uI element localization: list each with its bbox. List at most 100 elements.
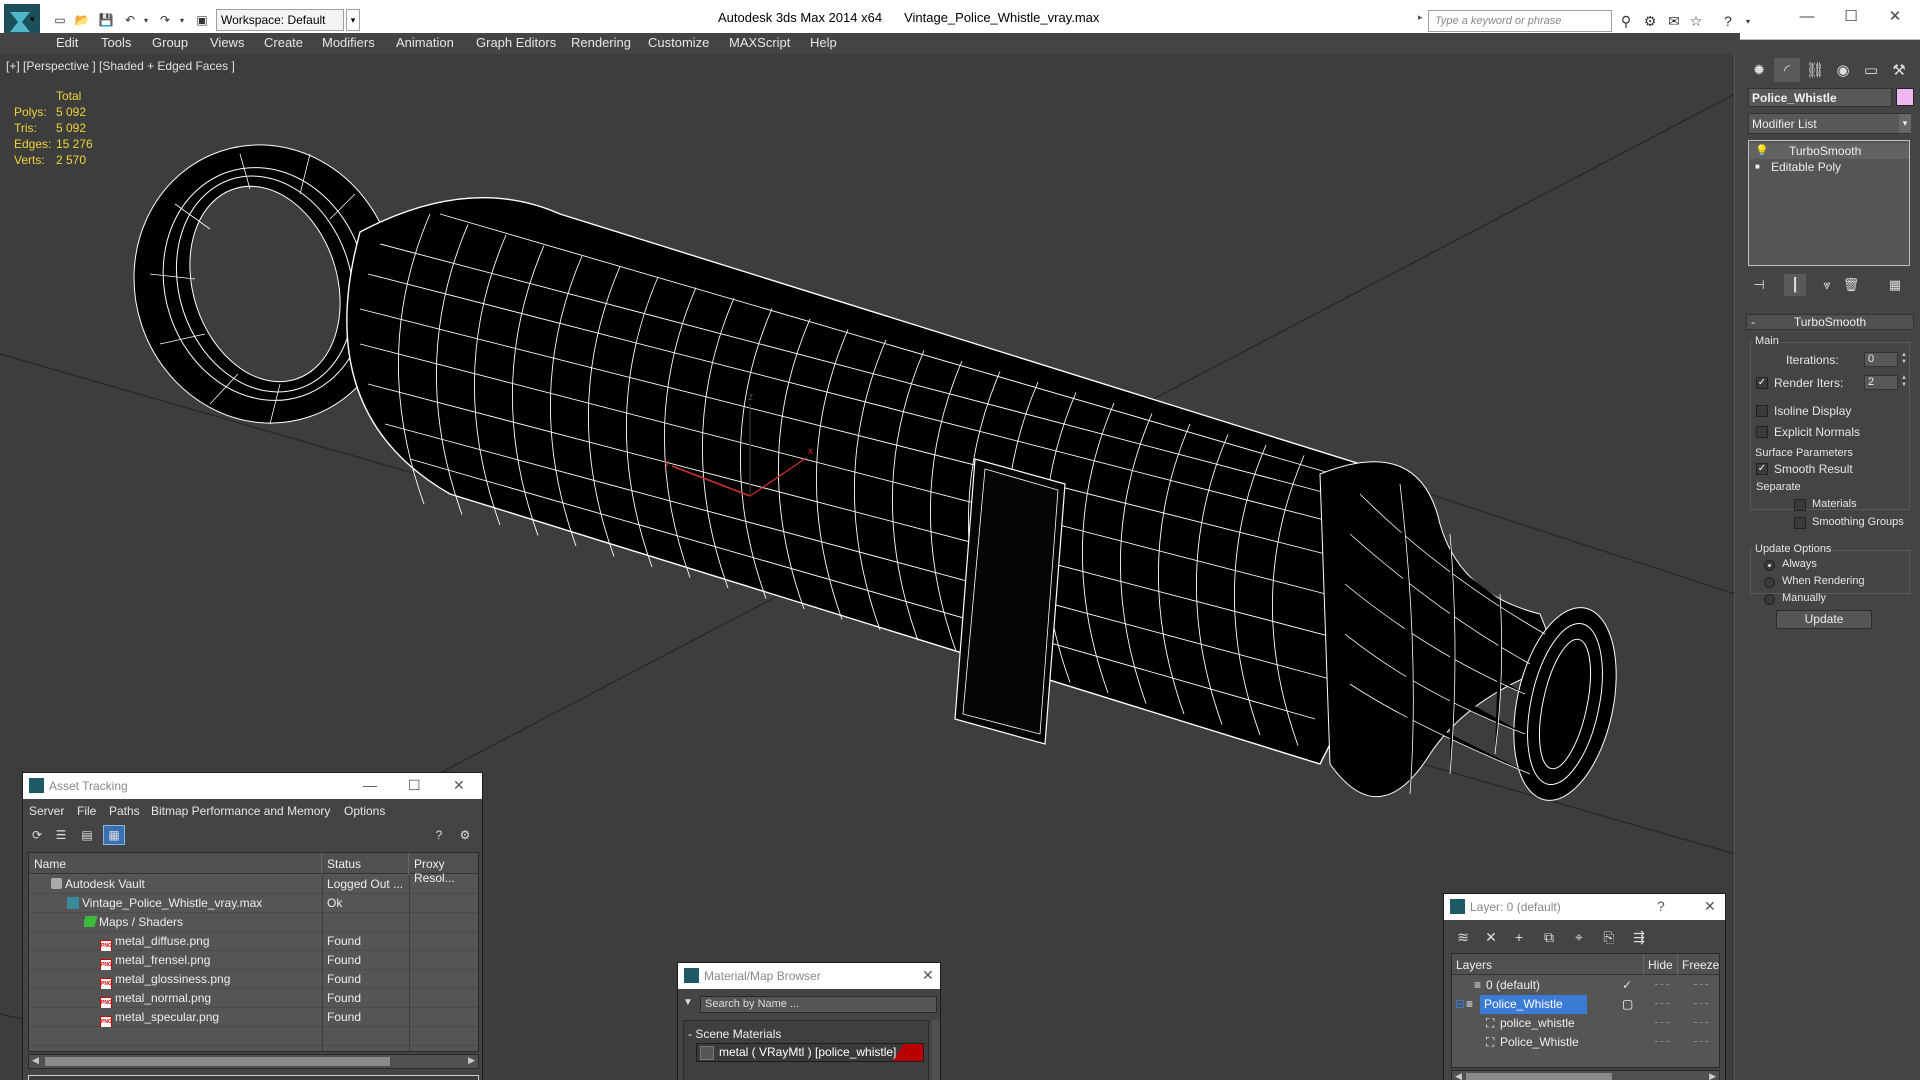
layer-row[interactable]: ≡ 0 (default) ✓ [1452,976,1719,995]
show-end-result-icon[interactable]: ┃ [1784,274,1806,296]
freeze-toggle[interactable] [1694,984,1708,985]
menu-graph-editors[interactable]: Graph Editors [476,35,556,50]
when-rendering-radio[interactable] [1764,577,1775,588]
select-objects-in-layer-icon[interactable]: ⌖ [1568,927,1590,947]
material-list-scrollbar[interactable] [932,1020,940,1080]
asset-menu-file[interactable]: File [77,804,96,818]
hide-toggle[interactable] [1655,1003,1669,1004]
browser-options-icon[interactable]: ▼ [683,997,693,1008]
render-iters-checkbox[interactable]: ✓ [1756,377,1768,389]
asset-row[interactable]: PNG metal_specular.png Found [29,1008,478,1027]
expand-icon[interactable]: ■ [1755,159,1760,175]
search-expand-icon[interactable]: ▸ [1418,12,1423,23]
spinner-arrows-icon[interactable]: ▲ ▼ [1900,352,1908,367]
subscription-icon[interactable]: ⚙ [1640,11,1660,31]
select-layer-icon[interactable]: ⎘ [1598,927,1620,947]
explicit-normals-checkbox[interactable] [1756,426,1768,438]
asset-menu-paths[interactable]: Paths [109,804,140,818]
freeze-toggle[interactable] [1694,1041,1708,1042]
object-name-field[interactable]: Police_Whistle [1748,88,1892,107]
set-current-layer-icon[interactable]: ⇶ [1628,927,1650,947]
asset-path-field[interactable] [28,1075,479,1080]
object-color-swatch[interactable] [1896,88,1914,106]
freeze-toggle[interactable] [1694,1022,1708,1023]
open-file-icon[interactable]: 📂 [72,10,92,30]
pin-stack-icon[interactable]: ⊣ [1748,274,1770,296]
layer-table-scrollbar[interactable]: ◀ ▶ [1451,1070,1720,1080]
asset-row[interactable]: Autodesk Vault Logged Out ... [29,875,478,894]
light-bulb-icon[interactable]: 💡 [1755,143,1769,159]
delete-layer-icon[interactable]: ✕ [1480,927,1502,947]
layer-object-row[interactable]: ⛶ police_whistle [1452,1014,1719,1033]
layer-object-row[interactable]: ⛶ Police_Whistle [1452,1033,1719,1052]
column-freeze[interactable]: Freeze [1677,954,1719,975]
project-folder-icon[interactable]: ▣ [192,10,212,30]
maximize-icon[interactable]: ☐ [408,777,421,794]
communication-icon[interactable]: ✉ [1664,11,1684,31]
thumbnail-view-icon[interactable]: ▤ [76,825,98,845]
spinner-arrows-icon[interactable]: ▲ ▼ [1900,375,1908,390]
redo-dropdown-icon[interactable]: ▾ [172,10,192,30]
chevron-down-icon[interactable]: ▾ [1899,114,1911,133]
menu-group[interactable]: Group [152,35,188,50]
asset-tracking-titlebar[interactable]: Asset Tracking — ☐ ✕ [23,773,482,799]
layer-row-selected[interactable]: ⊟ ≡ Police_Whistle ▢ [1452,995,1719,1014]
menu-help[interactable]: Help [810,35,837,50]
render-iters-spinner[interactable]: 2 [1864,375,1898,390]
scroll-left-icon[interactable]: ◀ [32,1055,39,1066]
asset-row[interactable]: Maps / Shaders [29,913,478,932]
menu-rendering[interactable]: Rendering [571,35,631,50]
asset-row[interactable]: PNG metal_diffuse.png Found [29,932,478,951]
menu-modifiers[interactable]: Modifiers [322,35,375,50]
modify-tab-icon[interactable]: ◜ [1774,58,1800,82]
asset-table-scrollbar[interactable]: ◀ ▶ [28,1054,479,1069]
scene-materials-group[interactable]: - Scene Materials [688,1027,781,1041]
material-browser-titlebar[interactable]: Material/Map Browser ✕ [678,963,940,989]
motion-tab-icon[interactable]: ◉ [1830,58,1856,82]
hide-toggle[interactable] [1655,1041,1669,1042]
smoothing-groups-checkbox[interactable] [1794,517,1806,529]
scroll-right-icon[interactable]: ▶ [1709,1071,1716,1080]
scrollbar-thumb[interactable] [1466,1073,1612,1080]
binoculars-icon[interactable]: ⚲ [1616,11,1636,31]
help-icon[interactable]: ? [1718,11,1738,31]
asset-row[interactable]: PNG metal_normal.png Found [29,989,478,1008]
column-hide[interactable]: Hide [1643,954,1677,975]
favorites-star-icon[interactable]: ☆ [1686,11,1706,31]
table-view-icon[interactable]: ▦ [103,825,125,845]
material-search-input[interactable]: Search by Name ... [700,996,937,1013]
create-tab-sun-icon[interactable]: ✹ [1746,58,1772,82]
menu-animation[interactable]: Animation [396,35,454,50]
stack-item-turbosmooth[interactable]: 💡 TurboSmooth [1749,143,1909,159]
scroll-left-icon[interactable]: ◀ [1455,1071,1462,1080]
close-icon[interactable]: ✕ [1704,898,1716,915]
hide-toggle[interactable] [1655,984,1669,985]
configure-sets-icon[interactable]: ▦ [1884,274,1906,296]
make-unique-icon[interactable]: ⩔ [1816,274,1838,296]
create-layer-icon[interactable]: + [1508,927,1530,947]
viewport-label-menu[interactable]: [+] [Perspective ] [Shaded + Edged Faces… [6,59,235,73]
asset-row[interactable]: Vintage_Police_Whistle_vray.max Ok [29,894,478,913]
stack-item-editable-poly[interactable]: ■ Editable Poly [1749,159,1909,175]
menu-tools[interactable]: Tools [101,35,131,50]
refresh-icon[interactable]: ⟳ [26,825,48,845]
help-search-input[interactable]: Type a keyword or phrase [1428,10,1612,32]
menu-maxscript[interactable]: MAXScript [729,35,790,50]
menu-edit[interactable]: Edit [56,35,78,50]
minimize-icon[interactable]: — [363,777,377,793]
app-menu-arrow-icon[interactable]: ▾ [30,14,35,25]
menu-create[interactable]: Create [264,35,303,50]
column-status[interactable]: Status [322,853,409,874]
menu-views[interactable]: Views [210,35,244,50]
utilities-tab-icon[interactable]: ⚒ [1886,58,1912,82]
modifier-list-dropdown[interactable]: Modifier List ▾ [1748,113,1911,134]
isoline-display-checkbox[interactable] [1756,405,1768,417]
save-file-icon[interactable]: 💾 [96,10,116,30]
minimize-icon[interactable]: — [1784,0,1830,32]
smooth-result-checkbox[interactable]: ✓ [1756,463,1768,475]
layer-dialog-titlebar[interactable]: Layer: 0 (default) ? ✕ [1444,894,1725,920]
collapse-toggle-icon[interactable]: ⊟ [1455,995,1465,1014]
hide-toggle[interactable] [1655,1022,1669,1023]
freeze-toggle[interactable] [1694,1003,1708,1004]
scroll-right-icon[interactable]: ▶ [468,1055,475,1066]
